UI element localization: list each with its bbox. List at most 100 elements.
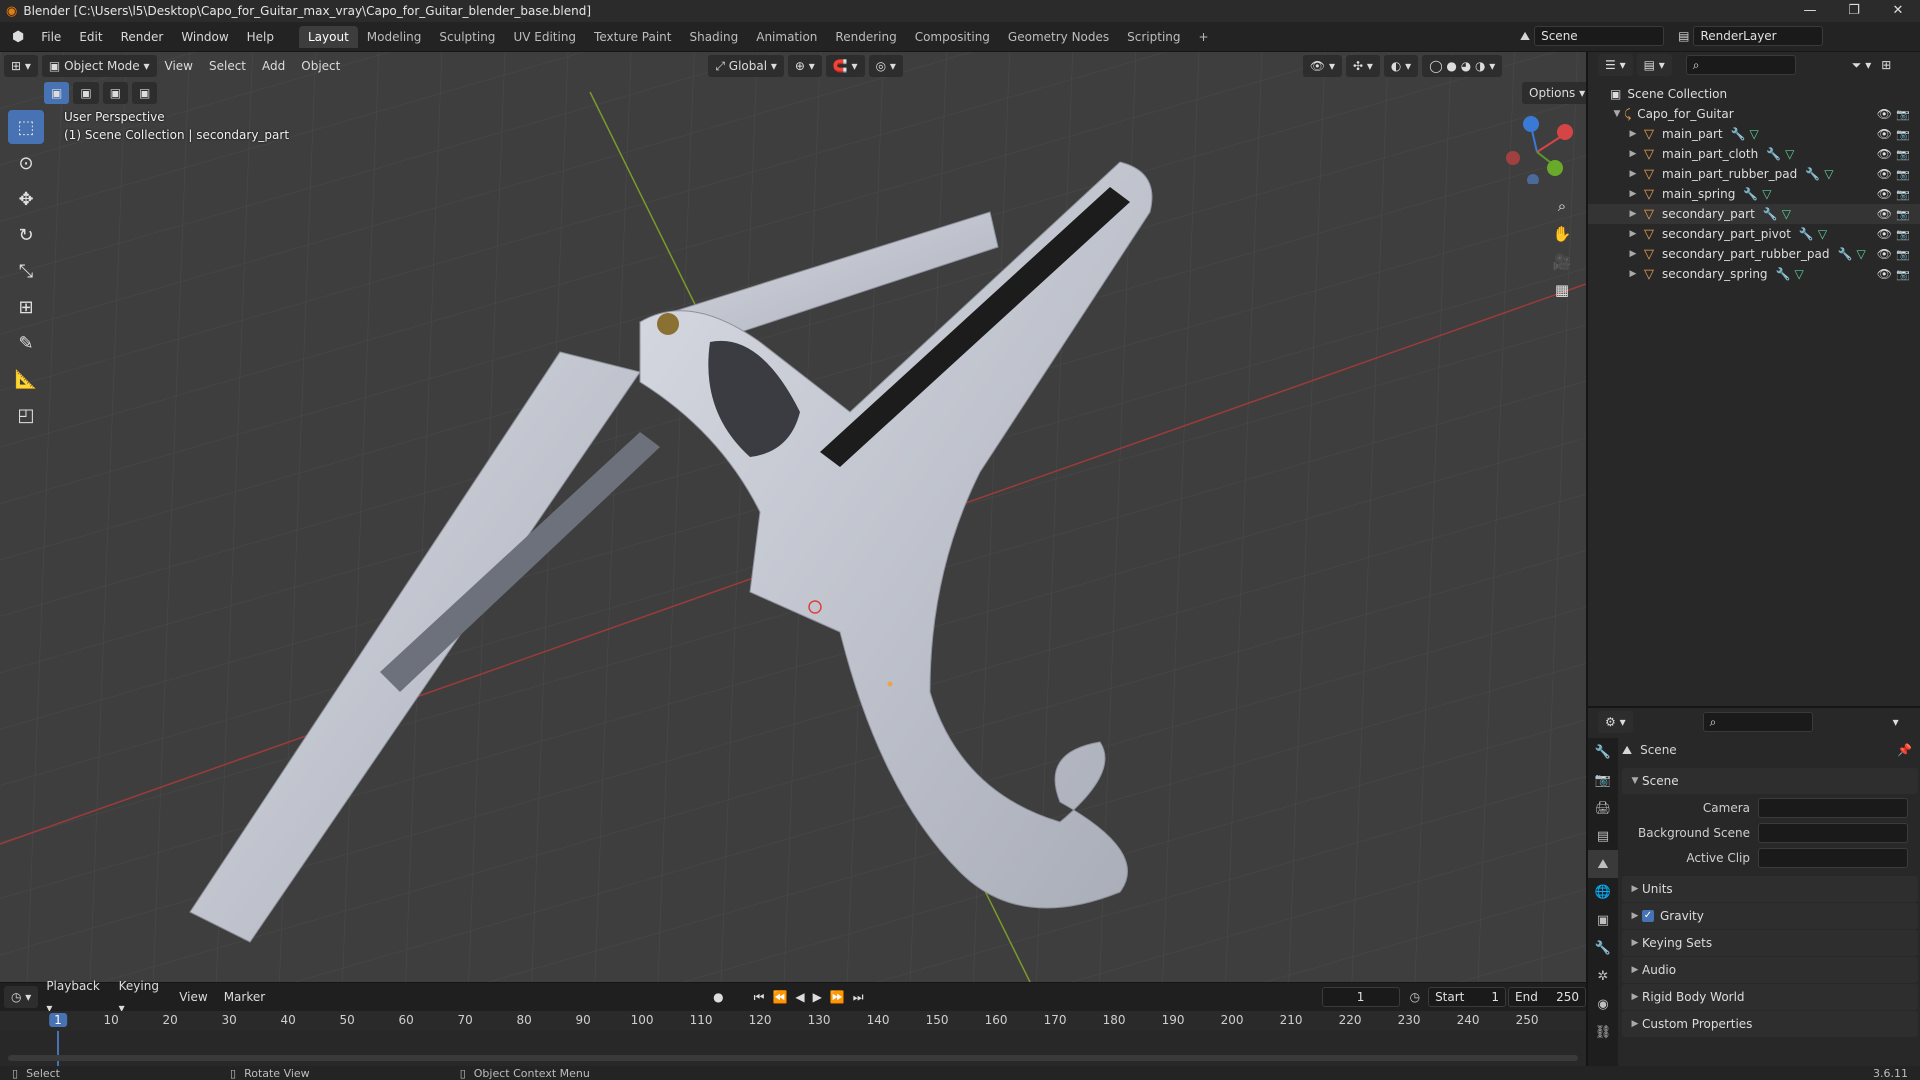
clock-icon[interactable]: ◷ bbox=[1410, 990, 1420, 1004]
tab-animation[interactable]: Animation bbox=[747, 26, 826, 48]
add-workspace-icon[interactable]: + bbox=[1190, 26, 1218, 48]
tab-layout[interactable]: Layout bbox=[299, 25, 358, 48]
end-frame-field[interactable]: End 250 bbox=[1508, 987, 1586, 1007]
view-layer-tab-icon[interactable]: ▤ bbox=[1588, 822, 1618, 850]
camera-field[interactable] bbox=[1758, 797, 1908, 818]
expand-icon[interactable]: ▶ bbox=[1626, 189, 1640, 199]
visibility-eye-icon[interactable]: 👁 bbox=[1877, 107, 1892, 121]
scale-tool-icon[interactable]: ⤡ bbox=[8, 254, 44, 288]
menu-view[interactable]: View bbox=[157, 55, 201, 77]
visibility-eye-icon[interactable]: 👁 bbox=[1877, 227, 1892, 241]
frame-ruler[interactable]: 1 10 20 30 40 50 60 70 80 90 100 110 120 130 140 150 160… bbox=[0, 1011, 1586, 1031]
panel-rigid-body-world[interactable]: ▶ Rigid Body World bbox=[1622, 984, 1918, 1010]
render-camera-icon[interactable]: 📷 bbox=[1896, 128, 1910, 141]
outliner-item[interactable]: ▶ ▽ secondary_part 🔧 ▽ 👁 📷 bbox=[1588, 204, 1920, 224]
background-scene-field[interactable] bbox=[1758, 822, 1908, 843]
add-cube-tool-icon[interactable]: ◰ bbox=[8, 398, 44, 432]
menu-file[interactable]: File bbox=[32, 22, 70, 52]
outliner-item[interactable]: ▶ ▽ secondary_part_pivot 🔧 ▽ 👁 📷 bbox=[1588, 224, 1920, 244]
tab-modeling[interactable]: Modeling bbox=[358, 26, 431, 48]
panel-audio[interactable]: ▶ Audio bbox=[1622, 957, 1918, 983]
pan-hand-icon[interactable]: ✋ bbox=[1548, 220, 1576, 248]
render-camera-icon[interactable]: 📷 bbox=[1896, 208, 1910, 221]
tab-compositing[interactable]: Compositing bbox=[906, 26, 999, 48]
menu-timeline-view[interactable]: View bbox=[171, 986, 215, 1008]
render-camera-icon[interactable]: 📷 bbox=[1896, 228, 1910, 241]
expand-icon[interactable]: ▶ bbox=[1626, 209, 1640, 219]
outliner-collection[interactable]: ▼ ⤹ Capo_for_Guitar 👁 📷 bbox=[1588, 104, 1920, 124]
timeline-scrollbar[interactable] bbox=[8, 1055, 1578, 1061]
view-layer-selector[interactable]: RenderLayer bbox=[1693, 26, 1824, 46]
render-camera-icon[interactable]: 📷 bbox=[1896, 248, 1910, 261]
panel-gravity[interactable]: ▶ ✓ Gravity bbox=[1622, 903, 1918, 929]
expand-icon[interactable]: ▶ bbox=[1626, 229, 1640, 239]
outliner-editor-type-icon[interactable]: ☰ ▾ bbox=[1598, 54, 1633, 76]
select-extend-icon[interactable]: ▣ bbox=[73, 82, 99, 104]
panel-keying-sets[interactable]: ▶ Keying Sets bbox=[1622, 930, 1918, 956]
start-frame-field[interactable]: Start 1 bbox=[1428, 987, 1507, 1007]
tab-shading[interactable]: Shading bbox=[680, 26, 747, 48]
cursor-tool-icon[interactable]: ⊙ bbox=[8, 146, 44, 180]
visibility-icon[interactable]: 👁 ▾ bbox=[1302, 55, 1342, 77]
render-camera-icon[interactable]: 📷 bbox=[1896, 188, 1910, 201]
menu-render[interactable]: Render bbox=[112, 22, 173, 52]
expand-icon[interactable]: ▶ bbox=[1626, 249, 1640, 259]
minimize-button[interactable]: — bbox=[1788, 0, 1832, 22]
properties-options-icon[interactable]: ▾ bbox=[1893, 715, 1899, 729]
properties-editor-type-icon[interactable]: ⚙ ▾ bbox=[1598, 711, 1633, 733]
visibility-eye-icon[interactable]: 👁 bbox=[1877, 187, 1892, 201]
render-camera-icon[interactable]: 📷 bbox=[1896, 268, 1910, 281]
orientation-selector[interactable]: ⤢ Global ▾ bbox=[708, 55, 784, 77]
visibility-eye-icon[interactable]: 👁 bbox=[1877, 207, 1892, 221]
modifier-tab-icon[interactable]: 🔧 bbox=[1588, 934, 1618, 962]
transform-tool-icon[interactable]: ⊞ bbox=[8, 290, 44, 324]
active-clip-field[interactable] bbox=[1758, 847, 1908, 868]
scene-tab-icon[interactable]: ⛰ bbox=[1588, 850, 1618, 878]
new-collection-icon[interactable]: ⊞ bbox=[1881, 58, 1891, 72]
outliner-item[interactable]: ▶ ▽ main_spring 🔧 ▽ 👁 📷 bbox=[1588, 184, 1920, 204]
overlay-icon[interactable]: ◐ ▾ bbox=[1383, 55, 1419, 77]
visibility-eye-icon[interactable]: 👁 bbox=[1877, 147, 1892, 161]
tab-rendering[interactable]: Rendering bbox=[826, 26, 905, 48]
gravity-checkbox[interactable]: ✓ bbox=[1642, 910, 1654, 922]
expand-icon[interactable]: ▶ bbox=[1626, 149, 1640, 159]
outliner-item[interactable]: ▶ ▽ secondary_part_rubber_pad 🔧 ▽ 👁 📷 bbox=[1588, 244, 1920, 264]
output-tab-icon[interactable]: 🖨 bbox=[1588, 794, 1618, 822]
blender-menu-icon[interactable]: ⬢ bbox=[0, 29, 32, 45]
playback-controls[interactable]: ⏮⏪◀▶⏩⏭ bbox=[754, 990, 872, 1005]
navigation-gizmo[interactable] bbox=[1505, 114, 1575, 186]
outliner-root[interactable]: ▣ Scene Collection bbox=[1588, 84, 1920, 104]
select-intersect-icon[interactable]: ▣ bbox=[132, 82, 158, 104]
expand-icon[interactable]: ▼ bbox=[1610, 109, 1624, 119]
pivot-screw[interactable] bbox=[657, 313, 679, 335]
panel-units[interactable]: ▶ Units bbox=[1622, 876, 1918, 902]
display-mode-icon[interactable]: ▤ ▾ bbox=[1636, 54, 1672, 76]
outliner-item[interactable]: ▶ ▽ secondary_spring 🔧 ▽ 👁 📷 bbox=[1588, 264, 1920, 284]
menu-marker[interactable]: Marker bbox=[216, 986, 273, 1008]
select-box-tool-icon[interactable]: ⬚ bbox=[8, 110, 44, 144]
3d-viewport[interactable]: ⊞ ▾ ▣ Object Mode ▾ View Select Add Obje… bbox=[0, 52, 1586, 982]
visibility-eye-icon[interactable]: 👁 bbox=[1877, 267, 1892, 281]
perspective-toggle-icon[interactable]: ▦ bbox=[1548, 276, 1576, 304]
expand-icon[interactable]: ▶ bbox=[1626, 169, 1640, 179]
playhead[interactable] bbox=[57, 1031, 59, 1067]
select-new-icon[interactable]: ▣ bbox=[44, 82, 70, 104]
camera-view-icon[interactable]: 🎥 bbox=[1548, 248, 1576, 276]
shading-modes[interactable]: ◯ ● ◕ ◑ ▾ bbox=[1422, 55, 1503, 77]
outliner-item[interactable]: ▶ ▽ main_part 🔧 ▽ 👁 📷 bbox=[1588, 124, 1920, 144]
viewport-scene[interactable] bbox=[0, 52, 1586, 982]
move-tool-icon[interactable]: ✥ bbox=[8, 182, 44, 216]
menu-edit[interactable]: Edit bbox=[70, 22, 111, 52]
visibility-eye-icon[interactable]: 👁 bbox=[1877, 247, 1892, 261]
outliner-item[interactable]: ▶ ▽ main_part_cloth 🔧 ▽ 👁 📷 bbox=[1588, 144, 1920, 164]
render-camera-icon[interactable]: 📷 bbox=[1896, 168, 1910, 181]
outliner-search-input[interactable]: ⌕ bbox=[1685, 55, 1796, 75]
object-tab-icon[interactable]: ▣ bbox=[1588, 906, 1618, 934]
record-icon[interactable]: ● bbox=[713, 990, 723, 1004]
panel-custom-properties[interactable]: ▶ Custom Properties bbox=[1622, 1011, 1918, 1037]
timeline-editor-type-icon[interactable]: ◷ ▾ bbox=[4, 986, 39, 1008]
select-subtract-icon[interactable]: ▣ bbox=[102, 82, 129, 104]
pin-icon[interactable]: 📌 bbox=[1897, 743, 1912, 757]
current-frame-field[interactable]: 1 bbox=[1321, 987, 1400, 1007]
timeline-track-area[interactable] bbox=[0, 1031, 1586, 1067]
